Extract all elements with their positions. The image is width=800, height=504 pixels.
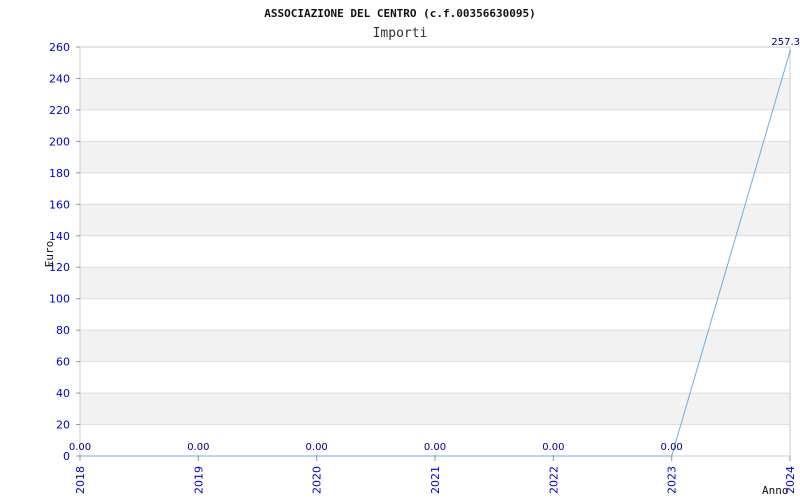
x-tick-label: 2023 bbox=[666, 466, 679, 494]
grid-band bbox=[80, 393, 790, 425]
x-axis-ticks: 2018 2019 2020 2021 2022 2023 2024 bbox=[74, 456, 797, 494]
y-tick-label: 80 bbox=[56, 324, 70, 337]
chart-subtitle: Importi bbox=[373, 26, 428, 41]
y-tick-label: 180 bbox=[49, 167, 70, 180]
data-label: 257.3 bbox=[771, 37, 800, 48]
x-tick-label: 2021 bbox=[429, 466, 442, 494]
y-tick-label: 240 bbox=[49, 72, 70, 85]
data-label: 0.00 bbox=[424, 442, 446, 453]
grid-band bbox=[80, 141, 790, 173]
grid-band bbox=[80, 267, 790, 299]
y-tick-label: 260 bbox=[49, 41, 70, 54]
y-tick-label: 40 bbox=[56, 387, 70, 400]
data-point bbox=[789, 50, 791, 53]
chart-container: 0 20 40 60 80 100 120 140 160 180 200 220 240 260 201… bbox=[0, 0, 800, 500]
x-tick-label: 2022 bbox=[547, 466, 560, 494]
x-axis-label: Anno bbox=[762, 484, 789, 497]
data-label: 0.00 bbox=[542, 442, 564, 453]
x-tick-label: 2018 bbox=[74, 466, 87, 494]
y-axis-label: Euro bbox=[43, 241, 56, 268]
y-tick-label: 20 bbox=[56, 419, 70, 432]
y-tick-label: 220 bbox=[49, 104, 70, 117]
grid-band bbox=[80, 78, 790, 110]
y-tick-label: 60 bbox=[56, 356, 70, 369]
y-tick-label: 160 bbox=[49, 198, 70, 211]
data-label: 0.00 bbox=[661, 442, 683, 453]
chart-title: ASSOCIAZIONE DEL CENTRO (c.f.00356630095… bbox=[264, 7, 536, 20]
grid-band bbox=[80, 204, 790, 236]
grid-bands bbox=[80, 78, 790, 425]
x-tick-label: 2020 bbox=[311, 466, 324, 494]
data-label: 0.00 bbox=[187, 442, 209, 453]
data-label: 0.00 bbox=[69, 442, 91, 453]
y-tick-label: 100 bbox=[49, 293, 70, 306]
chart-svg: 020406080100120140160180200220240260 201… bbox=[43, 7, 800, 497]
data-label: 0.00 bbox=[306, 442, 328, 453]
x-tick-label: 2019 bbox=[192, 466, 205, 494]
grid-band bbox=[80, 330, 790, 362]
grid-lines bbox=[80, 77, 790, 426]
y-tick-label: 200 bbox=[49, 135, 70, 148]
